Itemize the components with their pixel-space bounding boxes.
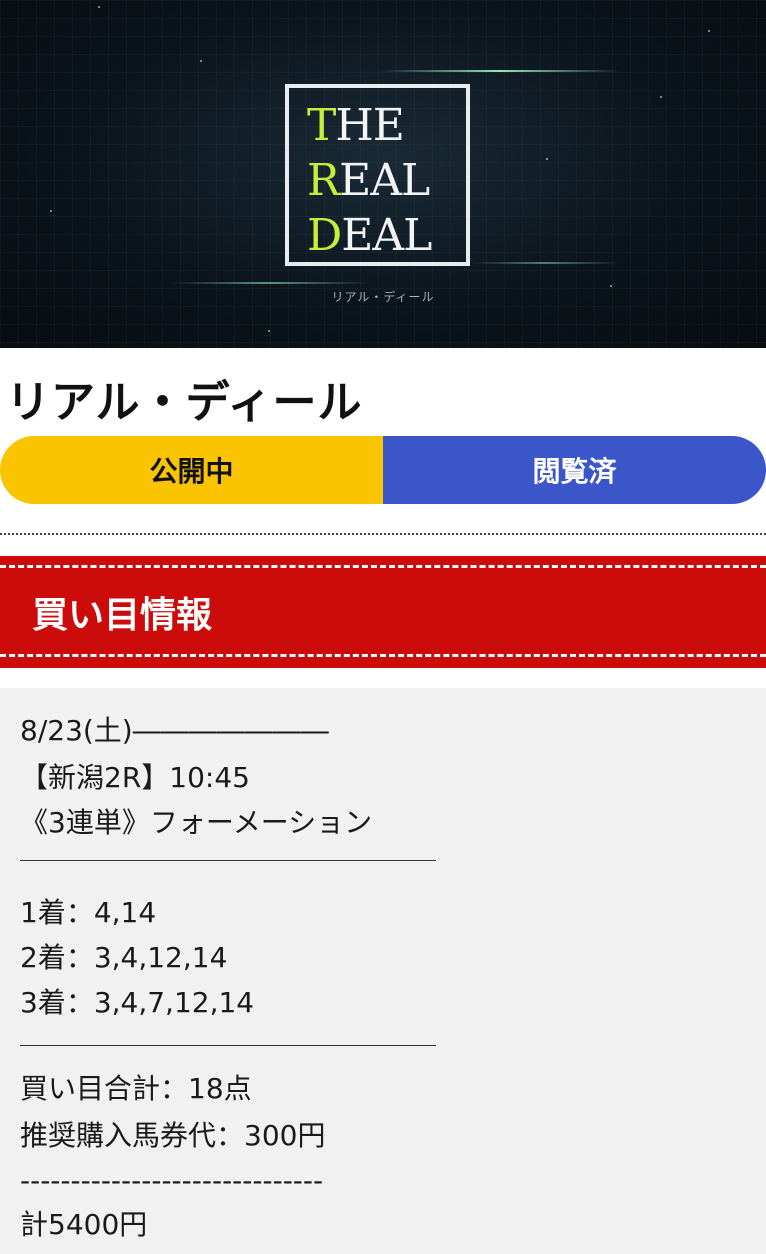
- star: [268, 330, 270, 332]
- page-title: リアル・ディール: [6, 377, 363, 428]
- logo: THE REAL DEAL: [285, 84, 470, 266]
- star: [50, 210, 52, 212]
- race-date: 8/23(土)―――――――: [20, 714, 329, 747]
- star: [200, 60, 202, 62]
- bet-type: 《3連単》フォーメーション: [20, 806, 373, 839]
- banner-dash-bottom: [0, 654, 766, 657]
- third-place-picks: 3着：3,4,7,12,14: [20, 986, 255, 1019]
- logo-subtitle: リアル・ディール: [331, 290, 435, 304]
- total-points: 買い目合計：18点: [20, 1072, 252, 1105]
- status-viewed-button[interactable]: 閲覧済: [383, 436, 766, 504]
- divider: [0, 533, 766, 535]
- first-place-picks: 1着：4,14: [20, 896, 157, 929]
- logo-word-the: THE: [307, 100, 405, 151]
- light-streak: [470, 262, 620, 264]
- status-public-button[interactable]: 公開中: [0, 436, 383, 504]
- light-streak: [380, 70, 620, 72]
- dash-separator: ------------------------------: [20, 1164, 324, 1197]
- star: [546, 158, 548, 160]
- star: [98, 6, 100, 8]
- status-toggle: 公開中 閲覧済: [0, 436, 766, 504]
- banner-dash-top: [0, 565, 766, 568]
- logo-word-real: REAL: [307, 155, 430, 206]
- second-place-picks: 2着：3,4,12,14: [20, 941, 228, 974]
- section-title: 買い目情報: [32, 595, 213, 636]
- star: [660, 96, 662, 98]
- recommended-stake: 推奨購入馬券代：300円: [20, 1119, 326, 1152]
- light-streak: [170, 282, 370, 284]
- logo-word-deal: DEAL: [307, 210, 432, 261]
- divider: [20, 1045, 436, 1046]
- race-name-time: 【新潟2R】10:45: [20, 761, 250, 794]
- star: [708, 30, 710, 32]
- star: [610, 285, 612, 287]
- divider: [20, 860, 436, 861]
- section-banner: 買い目情報: [0, 556, 766, 668]
- bet-info-panel: 8/23(土)――――――― 【新潟2R】10:45 《3連単》フォーメーション…: [0, 688, 766, 1254]
- total-cost: 計5400円: [20, 1208, 148, 1241]
- hero-banner: THE REAL DEAL リアル・ディール: [0, 0, 766, 348]
